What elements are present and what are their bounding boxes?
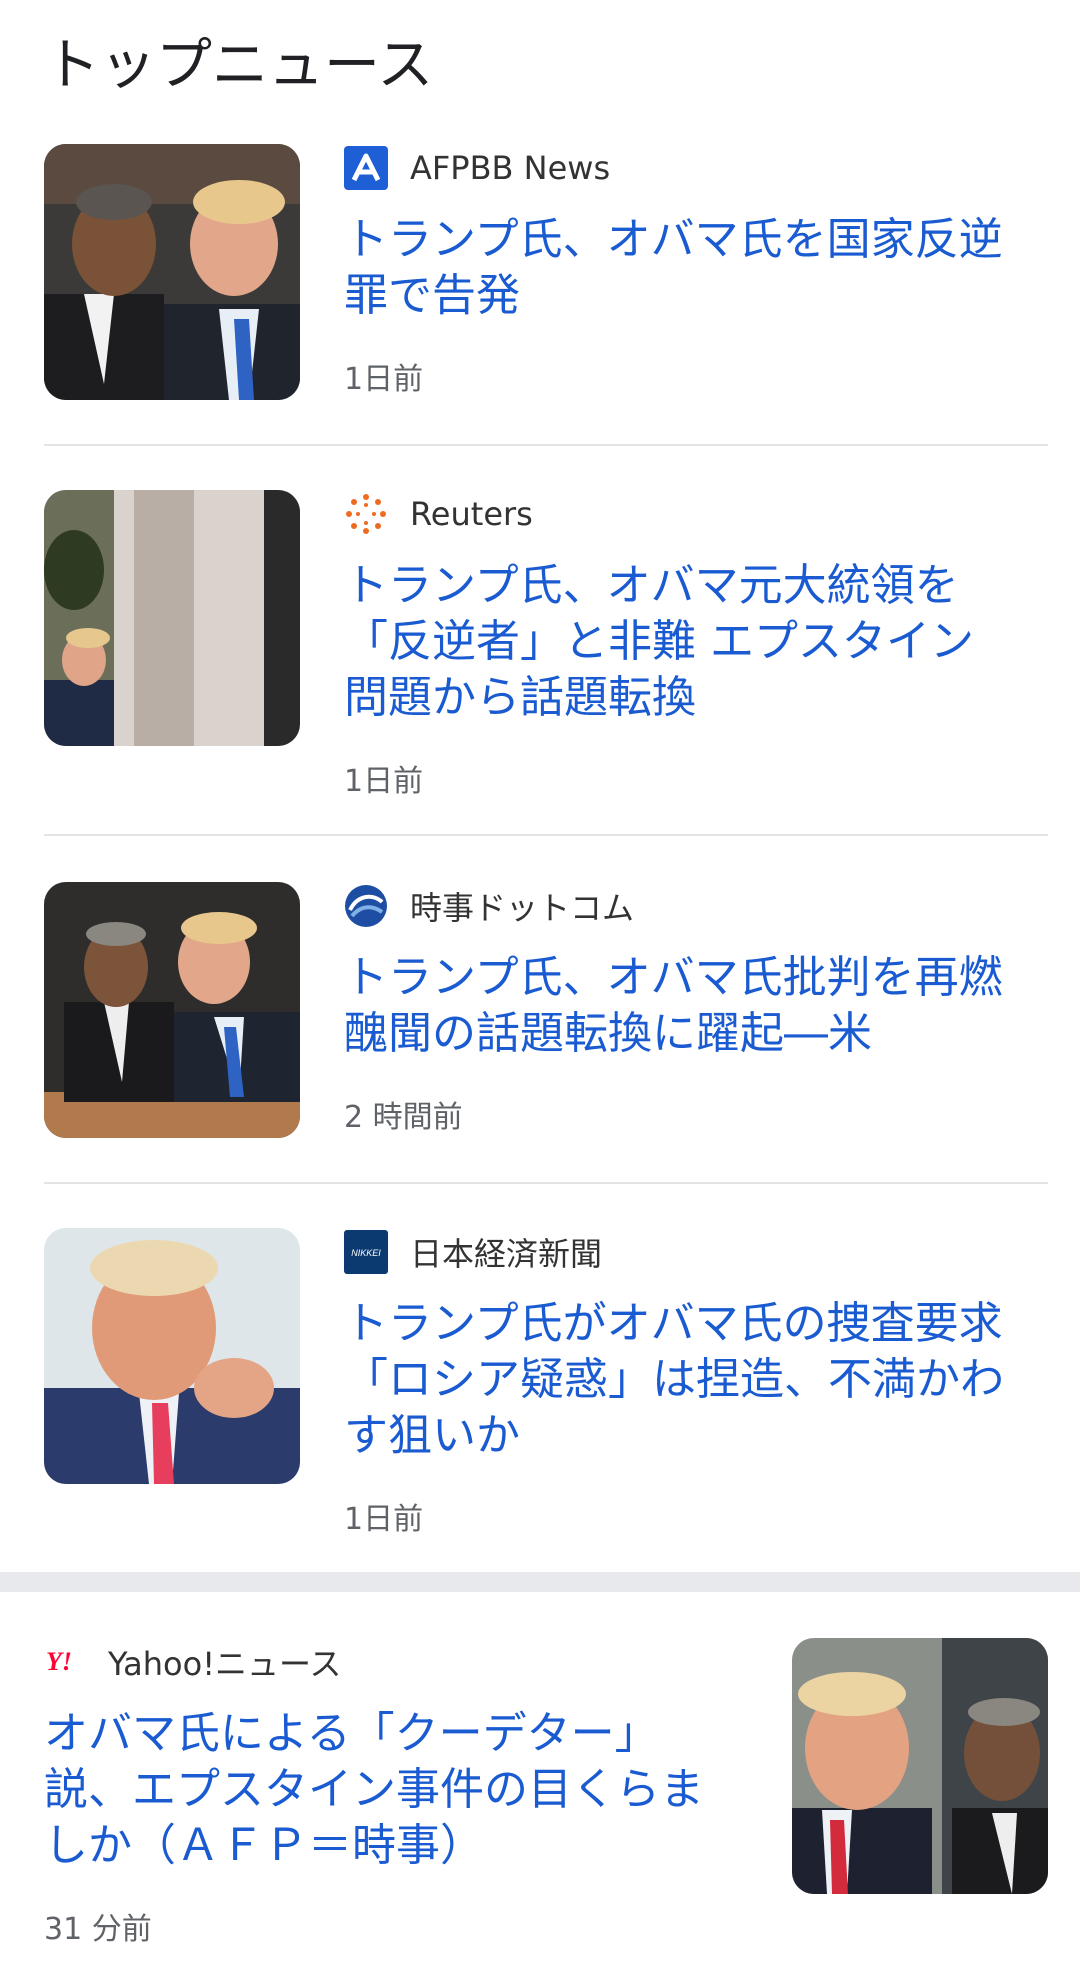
trump-pillar-photo (44, 490, 300, 746)
article-headline[interactable]: トランプ氏、オバマ元大統領を「反逆者」と非難 エプスタイン問題から話題転換 (344, 558, 1004, 726)
divider (44, 444, 1048, 446)
svg-text:NIKKEI: NIKKEI (351, 1248, 381, 1258)
article-time: 1日前 (344, 362, 424, 397)
source-name: Yahoo!ニュース (108, 1645, 342, 1683)
reuters-logo-icon (344, 492, 388, 536)
source-name: Reuters (410, 495, 533, 533)
source-name: AFPBB News (410, 149, 611, 187)
article-card[interactable]: NIKKEI 日本経済新聞 トランプ氏がオバマ氏の捜査要求「ロシア疑惑」は捏造、… (44, 1228, 1048, 1537)
article-time: 31 分前 (44, 1912, 152, 1947)
article-card[interactable]: AFPBB News トランプ氏、オバマ氏を国家反逆罪で告発 1日前 (44, 144, 1048, 404)
section-title: トップニュース (44, 33, 434, 98)
article-thumbnail[interactable] (44, 490, 300, 746)
obama-trump-photo (44, 144, 300, 400)
article-card[interactable]: Reuters トランプ氏、オバマ元大統領を「反逆者」と非難 エプスタイン問題か… (44, 490, 1048, 799)
source-name: 日本経済新聞 (410, 1235, 603, 1273)
featured-article-card[interactable]: Y! Yahoo!ニュース オバマ氏による「クーデター」説、エプスタイン事件の目… (44, 1638, 1048, 1947)
source-name: 時事ドットコム (410, 889, 635, 927)
article-headline[interactable]: オバマ氏による「クーデター」説、エプスタイン事件の目くらましか（ＡＦＰ＝時事） (44, 1706, 734, 1874)
obama-trump-seated-photo (44, 882, 300, 1138)
trump-obama-outdoor-photo (792, 1638, 1048, 1894)
article-card[interactable]: 時事ドットコム トランプ氏、オバマ氏批判を再燃 醜聞の話題転換に躍起―米 2 時… (44, 882, 1048, 1142)
trump-pointing-photo (44, 1228, 300, 1484)
article-thumbnail[interactable] (44, 1228, 300, 1484)
article-thumbnail[interactable] (44, 882, 300, 1138)
article-headline[interactable]: トランプ氏、オバマ氏を国家反逆罪で告発 (344, 212, 1004, 324)
section-separator (0, 1572, 1080, 1592)
article-headline[interactable]: トランプ氏がオバマ氏の捜査要求「ロシア疑惑」は捏造、不満かわす狙いか (344, 1296, 1004, 1464)
article-thumbnail[interactable] (44, 144, 300, 400)
divider (44, 834, 1048, 836)
jiji-logo-icon (344, 884, 388, 928)
article-time: 1日前 (344, 1502, 424, 1537)
article-time: 1日前 (344, 764, 424, 799)
afpbb-logo-icon (344, 146, 388, 190)
article-time: 2 時間前 (344, 1100, 463, 1135)
article-headline[interactable]: トランプ氏、オバマ氏批判を再燃 醜聞の話題転換に躍起―米 (344, 950, 1004, 1062)
article-thumbnail[interactable] (792, 1638, 1048, 1894)
yahoo-logo-icon: Y! (44, 1640, 88, 1684)
svg-text:Y!: Y! (46, 1647, 72, 1676)
nikkei-logo-icon: NIKKEI (344, 1230, 388, 1274)
divider (44, 1182, 1048, 1184)
